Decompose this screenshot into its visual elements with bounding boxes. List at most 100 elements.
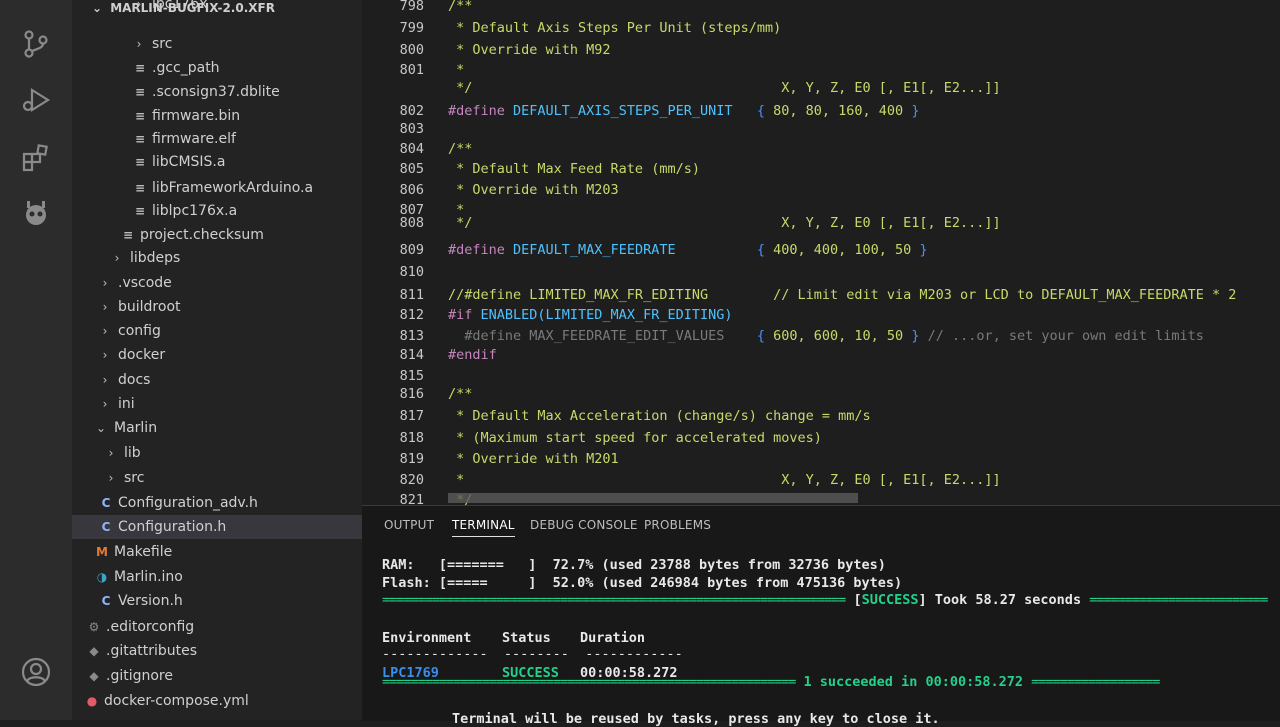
tree-item-label: lpc176x (152, 0, 208, 12)
code-text: * X, Y, Z, E0 [, E1[, E2...]] (448, 470, 1001, 490)
code-token: { (756, 328, 774, 344)
tree-folder[interactable]: › buildroot (72, 295, 362, 319)
tree-item-label: lib (124, 445, 141, 461)
chevron-right-icon: › (102, 373, 108, 387)
tree-folder[interactable]: › libdeps (72, 246, 362, 270)
code-editor[interactable]: 798 /** 799 * Default Axis Steps Per Unit … (362, 0, 1280, 505)
c-file-icon: C (101, 496, 111, 510)
tree-folder[interactable]: › src (72, 32, 362, 56)
tree-item-label: Configuration_adv.h (118, 495, 258, 511)
extensions-icon[interactable] (20, 142, 52, 174)
tree-file[interactable]: ≡ project.checksum (72, 223, 362, 247)
file-icon: ≡ (134, 181, 146, 195)
code-text: /** (448, 384, 472, 404)
code-text: /** (448, 0, 472, 16)
line-number: 814 (399, 347, 424, 363)
code-token: 600, 600, 10, 50 (773, 328, 904, 344)
code-token: ENABLED(LIMITED_MAX_FR_EDITING) (480, 307, 733, 323)
code-text: #define DEFAULT_AXIS_STEPS_PER_UNIT { 80… (448, 101, 919, 121)
tree-file[interactable]: ≡ firmware.bin (72, 104, 362, 128)
tree-file[interactable]: C Configuration_adv.h (72, 491, 362, 515)
tree-folder[interactable]: › src (72, 466, 362, 490)
code-token: /** (448, 0, 473, 14)
tree-file[interactable]: C Version.h (72, 589, 362, 613)
tree-item-label: config (118, 323, 161, 339)
tree-folder[interactable]: › docker (72, 343, 362, 367)
line-number: 801 (399, 62, 424, 78)
tree-folder[interactable]: › lpc176x (72, 0, 362, 16)
tree-file[interactable]: ≡ libCMSIS.a (72, 150, 362, 174)
tab-debug-console[interactable]: DEBUG CONSOLE (530, 518, 638, 532)
tab-terminal[interactable]: TERMINAL (452, 518, 515, 537)
chevron-right-icon: › (108, 446, 114, 460)
line-number: 808 (399, 215, 424, 231)
build-result-line: ========================================… (382, 592, 1268, 608)
line-number: 799 (399, 20, 424, 36)
c-file-icon: C (101, 520, 111, 534)
tree-file[interactable]: ≡ .sconsign37.dblite (72, 80, 362, 104)
platformio-icon[interactable] (20, 198, 52, 230)
tree-item-label: Configuration.h (118, 519, 227, 535)
makefile-icon: M (96, 545, 108, 559)
horizontal-scrollbar[interactable] (448, 493, 858, 503)
tree-file[interactable]: ◆ .gitignore (72, 664, 362, 688)
code-text: //#define LIMITED_MAX_FR_EDITING // Limi… (448, 285, 1236, 305)
tree-file[interactable]: ◆ .gitattributes (72, 639, 362, 663)
file-icon: ≡ (122, 228, 134, 242)
bottom-panel: OUTPUT TERMINAL DEBUG CONSOLE PROBLEMS R… (362, 505, 1280, 727)
tree-folder[interactable]: › config (72, 319, 362, 343)
tree-folder[interactable]: ⌄ Marlin (72, 416, 362, 440)
code-text: * Default Max Acceleration (change/s) ch… (448, 406, 871, 426)
source-control-icon[interactable] (20, 28, 52, 60)
tree-file[interactable]: M Makefile (72, 540, 362, 564)
line-number: 805 (399, 161, 424, 177)
tree-file[interactable]: ⚙ .editorconfig (72, 615, 362, 639)
line-number: 800 (399, 42, 424, 58)
tab-problems[interactable]: PROBLEMS (644, 518, 711, 532)
line-number: 803 (399, 121, 424, 137)
code-text: /** (448, 139, 472, 159)
line-number: 804 (399, 141, 424, 157)
ram-usage-line: RAM: [======= ] 72.7% (used 23788 bytes … (382, 557, 886, 573)
tree-file[interactable]: ≡ libFrameworkArduino.a (72, 176, 362, 200)
code-token: #define (448, 103, 514, 119)
git-file-icon: ◆ (89, 644, 99, 658)
code-text: #endif (448, 345, 497, 365)
tree-file[interactable]: ≡ .gcc_path (72, 56, 362, 80)
tree-item-label: Makefile (114, 544, 173, 560)
tree-folder[interactable]: › .vscode (72, 271, 362, 295)
code-token: 400, 400, 100, 50 (773, 242, 912, 258)
tree-file[interactable]: ≡ liblpc176x.a (72, 199, 362, 223)
chevron-right-icon: › (102, 300, 108, 314)
tree-item-label: libCMSIS.a (152, 154, 226, 170)
run-debug-icon[interactable] (20, 84, 52, 116)
tree-folder[interactable]: › docs (72, 368, 362, 392)
tree-item-label: docker (118, 347, 166, 363)
tree-folder[interactable]: › lib (72, 441, 362, 465)
account-icon[interactable] (20, 656, 52, 688)
code-token: #if (448, 307, 481, 323)
code-text: #if ENABLED(LIMITED_MAX_FR_EDITING) (448, 305, 732, 325)
tree-file[interactable]: C Configuration.h (72, 515, 362, 539)
code-token: #endif (448, 347, 497, 363)
tab-output[interactable]: OUTPUT (384, 518, 434, 532)
success-tag: SUCCESS (861, 592, 919, 608)
tree-file[interactable]: ≡ firmware.elf (72, 127, 362, 151)
tree-folder[interactable]: › ini (72, 392, 362, 416)
code-text: #define DEFAULT_MAX_FEEDRATE { 400, 400,… (448, 240, 928, 260)
file-icon: ≡ (134, 85, 146, 99)
gear-icon: ⚙ (88, 620, 100, 634)
code-token: * Default Axis Steps Per Unit (steps/mm) (448, 20, 782, 36)
code-token: // ...or, set your own edit limits (919, 328, 1204, 344)
code-text: #define MAX_FEEDRATE_EDIT_VALUES { 600, … (448, 326, 1204, 346)
tree-file[interactable]: ◑ Marlin.ino (72, 565, 362, 589)
chevron-down-icon: ⌄ (95, 421, 107, 435)
tree-file[interactable]: ● docker-compose.yml (72, 689, 362, 713)
took-text: Took 58.27 seconds (926, 592, 1090, 608)
chevron-right-icon: › (136, 37, 142, 51)
code-token: } (911, 242, 928, 258)
tree-item-label: Marlin (114, 420, 158, 436)
tree-item-label: liblpc176x.a (152, 203, 238, 219)
summary-line: ========================================… (382, 674, 1160, 690)
